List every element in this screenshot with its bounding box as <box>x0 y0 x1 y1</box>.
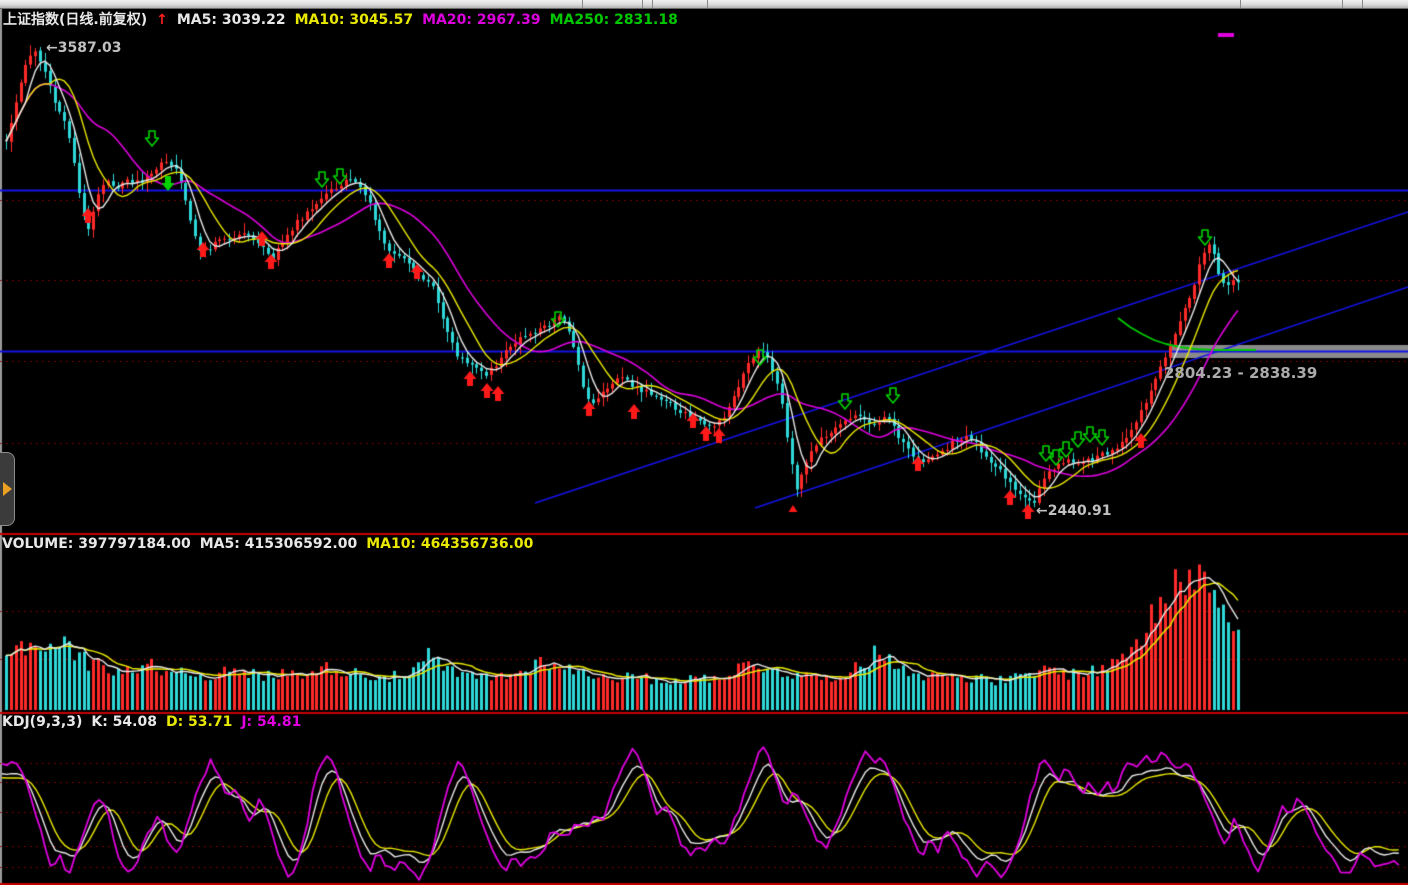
ma10-value: MA10: 3045.57 <box>295 12 414 28</box>
kdj-d-value: D: 53.71 <box>166 714 232 730</box>
expand-right-arrow-icon <box>3 482 12 496</box>
symbol-title: 上证指数(日线.前复权) <box>3 12 147 28</box>
high-price-label: ←3587.03 <box>46 40 122 56</box>
volume-header: VOLUME: 397797184.00 MA5: 415306592.00 MA1… <box>2 536 542 552</box>
low-price-label: ←2440.91 <box>1036 503 1112 519</box>
window-top-strip <box>0 0 1408 9</box>
main-chart-header: 上证指数(日线.前复权) ↑ MA5: 3039.22 MA10: 3045.57 MA… <box>3 9 687 29</box>
ma20-value: MA20: 2967.39 <box>422 12 541 28</box>
buy-signal-up-icon: ↑ <box>156 12 168 28</box>
volume-value: VOLUME: 397797184.00 <box>2 536 191 552</box>
kdj-j-value: J: 54.81 <box>241 714 301 730</box>
main-chart-pane[interactable] <box>0 8 1408 533</box>
kdj-header: KDJ(9,3,3) K: 54.08 D: 53.71 J: 54.81 <box>2 714 310 730</box>
ma250-value: MA250: 2831.18 <box>550 12 678 28</box>
volume-pane[interactable] <box>0 533 1408 712</box>
kdj-pane[interactable] <box>0 712 1408 883</box>
volume-ma10-value: MA10: 464356736.00 <box>366 536 533 552</box>
panel-expand-handle[interactable] <box>0 452 15 526</box>
ma5-value: MA5: 3039.22 <box>177 12 286 28</box>
volume-ma5-value: MA5: 415306592.00 <box>200 536 357 552</box>
stock-chart-window: 上证指数(日线.前复权) ↑ MA5: 3039.22 MA10: 3045.57 MA… <box>0 0 1408 885</box>
kdj-title: KDJ(9,3,3) <box>2 714 82 730</box>
support-zone-label: 2804.23 - 2838.39 <box>1164 364 1317 382</box>
kdj-k-value: K: 54.08 <box>91 714 157 730</box>
